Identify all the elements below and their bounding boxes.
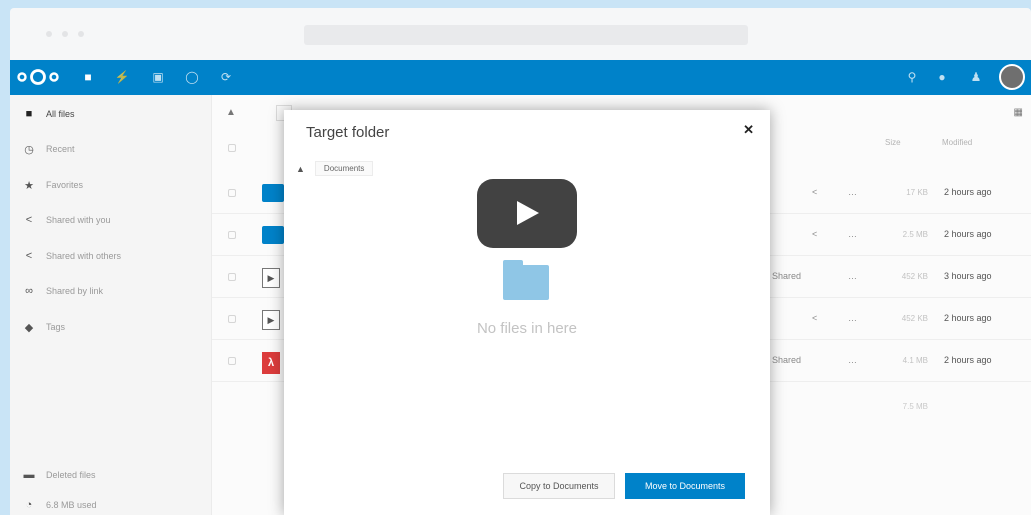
file-modified: 2 hours ago — [944, 355, 992, 365]
copy-button[interactable]: Copy to Documents — [503, 473, 615, 499]
sidebar: ■ All files ◷ Recent ★ Favorites < Share… — [10, 95, 212, 515]
shared-label[interactable]: Shared — [772, 271, 801, 281]
link-icon: ∞ — [25, 285, 33, 297]
maximize-window-dot[interactable] — [78, 31, 84, 37]
shared-label[interactable]: Shared — [772, 355, 801, 365]
gallery-icon[interactable]: ▣ — [150, 69, 166, 85]
sidebar-item-shared-with-you[interactable]: < Shared with you — [10, 203, 212, 237]
close-window-dot[interactable] — [46, 31, 52, 37]
more-actions-icon[interactable]: … — [848, 313, 857, 323]
more-actions-icon[interactable]: … — [848, 229, 857, 239]
row-checkbox[interactable] — [228, 189, 236, 197]
sidebar-item-all-files[interactable]: ■ All files — [10, 97, 212, 131]
move-button[interactable]: Move to Documents — [625, 473, 745, 499]
share-icon[interactable]: < — [812, 313, 817, 323]
file-size: 17 KB — [906, 188, 928, 197]
browser-toolbar — [10, 8, 1031, 60]
close-icon[interactable]: ✕ — [743, 122, 754, 138]
empty-state-text: No files in here — [476, 320, 578, 337]
trash-icon: ▬ — [23, 469, 35, 481]
empty-folder-icon — [503, 260, 549, 300]
sidebar-item-shared-with-others[interactable]: < Shared with others — [10, 239, 212, 273]
modified-column-header[interactable]: Modified — [942, 138, 972, 147]
sidebar-item-label: Favorites — [46, 180, 84, 190]
sidebar-item-tags[interactable]: ◆ Tags — [10, 310, 212, 344]
video-file-icon: ▶ — [262, 268, 280, 288]
folder-icon — [262, 226, 284, 244]
file-size: 4.1 MB — [902, 356, 928, 365]
quota-icon: ◔ — [25, 499, 33, 511]
target-folder-dialog: Target folder ✕ ▲ Documents No files in … — [284, 110, 770, 515]
clock-icon: ◷ — [24, 143, 34, 156]
notifications-icon[interactable]: ● — [934, 69, 950, 85]
row-checkbox[interactable] — [228, 231, 236, 239]
more-actions-icon[interactable]: … — [848, 271, 857, 281]
tag-icon: ◆ — [24, 321, 34, 334]
dialog-title: Target folder — [306, 124, 390, 141]
row-checkbox[interactable] — [228, 273, 236, 281]
contacts-icon[interactable]: ♟ — [968, 69, 984, 85]
file-modified: 2 hours ago — [944, 313, 992, 323]
share-icon[interactable]: < — [812, 229, 817, 239]
video-file-icon: ▶ — [262, 310, 280, 330]
row-checkbox[interactable] — [228, 357, 236, 365]
sidebar-item-label: Recent — [46, 144, 75, 154]
quota-indicator[interactable]: ◔ 6.8 MB used — [10, 493, 212, 515]
avatar[interactable] — [999, 64, 1025, 90]
more-actions-icon[interactable]: … — [848, 355, 857, 365]
file-size: 452 KB — [901, 314, 928, 323]
file-modified: 2 hours ago — [944, 187, 992, 197]
sidebar-item-recent[interactable]: ◷ Recent — [10, 132, 212, 166]
sidebar-item-label: Shared with others — [46, 251, 122, 261]
nextcloud-logo-icon[interactable] — [16, 67, 68, 87]
file-modified: 3 hours ago — [944, 271, 992, 281]
sidebar-item-label: All files — [46, 109, 75, 119]
sidebar-item-favorites[interactable]: ★ Favorites — [10, 168, 212, 202]
more-actions-icon[interactable]: … — [848, 187, 857, 197]
window-controls — [46, 31, 84, 37]
quota-label: 6.8 MB used — [46, 500, 97, 510]
address-bar[interactable] — [304, 25, 748, 45]
file-modified: 2 hours ago — [944, 229, 992, 239]
sidebar-item-label: Tags — [46, 322, 66, 332]
row-checkbox[interactable] — [228, 315, 236, 323]
share-icon: < — [25, 250, 33, 262]
size-column-header[interactable]: Size — [885, 138, 901, 147]
file-size: 452 KB — [901, 272, 928, 281]
search-circle-icon[interactable]: ◯ — [184, 69, 200, 85]
search-icon[interactable]: ⚲ — [904, 69, 920, 85]
home-icon[interactable]: ▲ — [296, 164, 305, 174]
total-size: 7.5 MB — [902, 402, 928, 411]
sidebar-item-label: Shared with you — [46, 215, 111, 225]
folder-icon: ■ — [25, 108, 33, 120]
files-icon[interactable]: ■ — [80, 69, 96, 85]
star-icon: ★ — [24, 179, 34, 192]
minimize-window-dot[interactable] — [62, 31, 68, 37]
breadcrumb: ▲ Documents — [296, 161, 374, 176]
app-header: ■ ⚡ ▣ ◯ ⟳ ⚲ ● ♟ — [10, 60, 1031, 95]
sidebar-item-label: Shared by link — [46, 286, 104, 296]
pdf-file-icon: λ — [262, 352, 280, 374]
play-icon — [517, 201, 539, 225]
sidebar-item-label: Deleted files — [46, 470, 96, 480]
folder-icon — [262, 184, 284, 202]
sidebar-item-deleted-files[interactable]: ▬ Deleted files — [10, 463, 212, 487]
file-size: 2.5 MB — [902, 230, 928, 239]
grid-view-icon[interactable]: ▦ — [1014, 107, 1023, 118]
breadcrumb-documents[interactable]: Documents — [314, 161, 374, 176]
video-play-button[interactable] — [477, 179, 577, 248]
home-icon[interactable]: ▲ — [226, 107, 236, 118]
share-icon[interactable]: < — [812, 187, 817, 197]
sidebar-item-shared-by-link[interactable]: ∞ Shared by link — [10, 274, 212, 308]
share-icon: < — [25, 214, 33, 226]
sync-icon[interactable]: ⟳ — [218, 69, 234, 85]
activity-icon[interactable]: ⚡ — [114, 69, 130, 85]
select-all-checkbox[interactable] — [228, 144, 236, 152]
